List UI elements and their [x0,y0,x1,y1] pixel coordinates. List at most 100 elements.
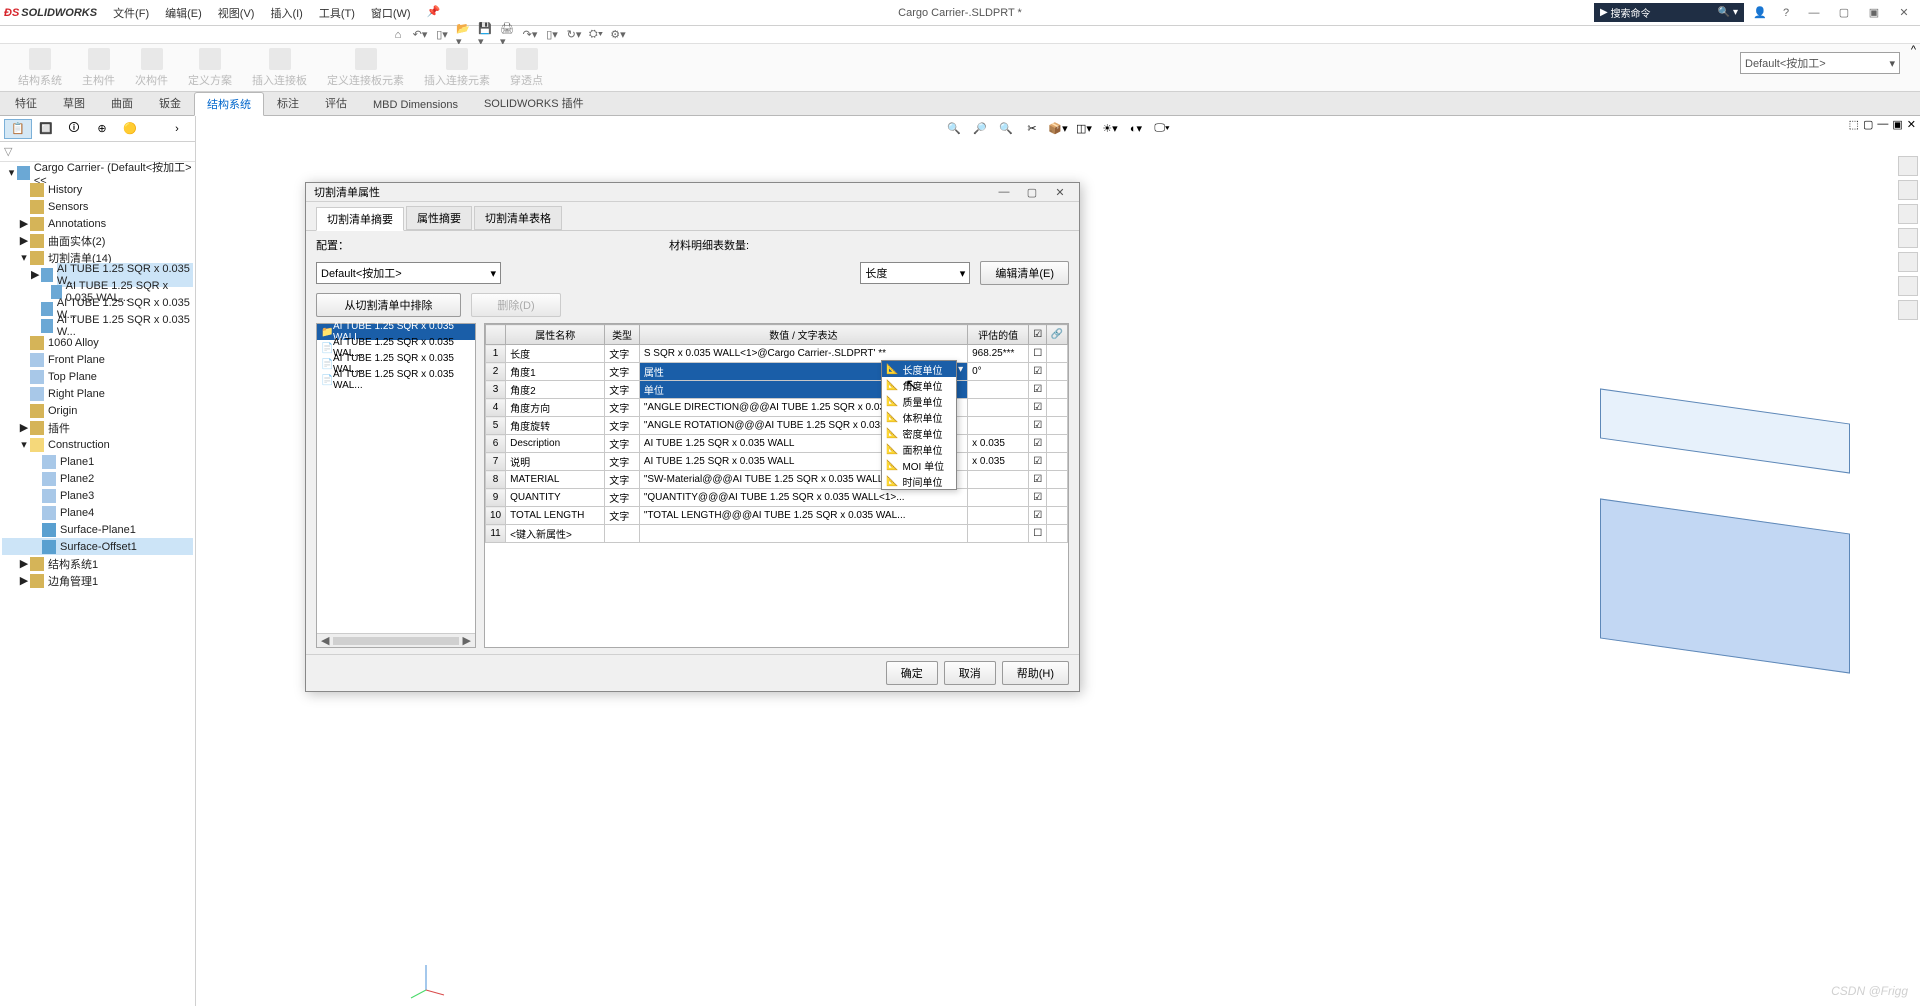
open-icon[interactable]: 📂▾ [456,27,472,43]
tree-item[interactable]: ▶边角管理1 [2,572,193,589]
unit-option[interactable]: 📐面积单位 [882,441,956,457]
vp-icon1[interactable]: ⬚ [1849,118,1859,131]
tree-item[interactable]: Surface-Offset1 [2,538,193,555]
tree-item[interactable]: ▶插件 [2,419,193,436]
table-row[interactable]: 4角度方向文字"ANGLE DIRECTION@@@AI TUBE 1.25 S… [486,399,1068,417]
back-icon[interactable]: ↶▾ [412,27,428,43]
tab-标注[interactable]: 标注 [264,91,312,115]
tree-item[interactable]: Plane1 [2,453,193,470]
col-name[interactable]: 属性名称 [506,325,605,345]
vp-close-icon[interactable]: ✕ [1907,118,1916,131]
table-row[interactable]: 11<键入新属性>☐ [486,525,1068,543]
appearance-icon[interactable]: ◐▾ [1126,118,1146,138]
dialog-close[interactable]: ✕ [1049,183,1071,201]
cancel-button[interactable]: 取消 [944,661,996,685]
fm-tree-tab-icon[interactable]: 📋 [4,119,32,139]
table-row[interactable]: 7说明文字AI TUBE 1.25 SQR x 0.035 WALLx 0.03… [486,453,1068,471]
zoom-fit-icon[interactable]: 🔍 [944,118,964,138]
tree-item[interactable]: Sensors [2,198,193,215]
col-link[interactable]: 🔗 [1047,325,1068,345]
edit-list-button[interactable]: 编辑清单(E) [980,261,1069,285]
tree-item[interactable]: ▾Construction [2,436,193,453]
dialog-tab-0[interactable]: 切割清单摘要 [316,207,404,231]
home-icon[interactable]: ⌂ [390,27,406,43]
print-icon[interactable]: 🖨▾ [500,27,516,43]
tab-特征[interactable]: 特征 [2,91,50,115]
task-resources-icon[interactable] [1898,156,1918,176]
unit-option[interactable]: 📐密度单位 [882,425,956,441]
tree-item[interactable]: ▶Annotations [2,215,193,232]
dialog-tab-2[interactable]: 切割清单表格 [474,206,562,230]
tree-item[interactable]: Plane2 [2,470,193,487]
tab-MBD Dimensions[interactable]: MBD Dimensions [360,95,471,115]
menu-view[interactable]: 视图(V) [210,5,263,21]
fm-appearance-tab-icon[interactable]: 🟡 [116,119,144,139]
bom-qty-select[interactable]: 长度▾ [860,262,970,284]
task-props-icon[interactable] [1898,276,1918,296]
tab-结构系统[interactable]: 结构系统 [194,92,264,116]
undo-icon[interactable]: ↷▾ [522,27,538,43]
col-eval[interactable]: 评估的值 [968,325,1029,345]
menu-window[interactable]: 窗口(W) [363,5,419,21]
window-restore[interactable]: ▢ [1832,4,1856,22]
tab-SOLIDWORKS 插件[interactable]: SOLIDWORKS 插件 [471,91,597,115]
table-row[interactable]: 5角度旋转文字"ANGLE ROTATION@@@AI TUBE 1.25 SQ… [486,417,1068,435]
rebuild-icon[interactable]: ↻▾ [566,27,582,43]
task-design-lib-icon[interactable] [1898,180,1918,200]
fm-dim-tab-icon[interactable]: ⊕ [88,119,116,139]
task-appearance-icon[interactable] [1898,252,1918,272]
view-orient-icon[interactable]: 📦▾ [1048,118,1068,138]
tab-钣金[interactable]: 钣金 [146,91,194,115]
prev-view-icon[interactable]: 🔍 [996,118,1016,138]
display-style-icon[interactable]: ◫▾ [1074,118,1094,138]
unit-option[interactable]: 📐长度单位 [882,361,956,377]
dialog-tab-1[interactable]: 属性摘要 [406,206,472,230]
fm-expand-icon[interactable]: › [163,119,191,139]
unit-option[interactable]: 📐MOI 单位 [882,457,956,473]
vp-min-icon[interactable]: — [1877,118,1888,131]
unit-option[interactable]: 📐角度单位 [882,377,956,393]
scrollbar[interactable]: ◀▶ [317,633,475,647]
tree-item[interactable]: Front Plane [2,351,193,368]
zoom-area-icon[interactable]: 🔎 [970,118,990,138]
tree-item[interactable]: Origin [2,402,193,419]
col-check[interactable]: ☑ [1029,325,1047,345]
dialog-minimize[interactable]: — [993,183,1015,201]
table-row[interactable]: 9QUANTITY文字"QUANTITY@@@AI TUBE 1.25 SQR … [486,489,1068,507]
new-icon[interactable]: ▯▾ [434,27,450,43]
tree-item[interactable]: Plane4 [2,504,193,521]
col-type[interactable]: 类型 [605,325,640,345]
task-explorer-icon[interactable] [1898,204,1918,224]
table-row[interactable]: 2角度1文字属性 ▾0°☑ [486,363,1068,381]
save-icon[interactable]: 💾▾ [478,27,494,43]
ok-button[interactable]: 确定 [886,661,938,685]
tab-草图[interactable]: 草图 [50,91,98,115]
tree-item[interactable]: ▶结构系统1 [2,555,193,572]
tree-root[interactable]: ▾Cargo Carrier- (Default<按加工> << [2,164,193,181]
user-icon[interactable]: 👤 [1750,4,1770,22]
dialog-maximize[interactable]: ▢ [1021,183,1043,201]
tree-item[interactable]: ▶曲面实体(2) [2,232,193,249]
tree-item[interactable]: Plane3 [2,487,193,504]
section-icon[interactable]: ✂ [1022,118,1042,138]
help-button[interactable]: 帮助(H) [1002,661,1069,685]
fm-filter-icon[interactable]: ▽ [0,142,195,162]
settings-icon[interactable]: ⚙▾ [610,27,626,43]
help-icon[interactable]: ? [1776,4,1796,22]
ribbon-collapse-icon[interactable]: ^ [1911,44,1916,56]
table-row[interactable]: 10TOTAL LENGTH文字"TOTAL LENGTH@@@AI TUBE … [486,507,1068,525]
tree-item[interactable]: Top Plane [2,368,193,385]
configuration-select[interactable]: Default<按加工>▾ [1740,52,1900,74]
search-commands[interactable]: ▶ 搜索命令🔍 ▾ [1594,3,1744,22]
cutlist-item[interactable]: 📄AI TUBE 1.25 SQR x 0.035 WAL... [317,372,475,388]
window-minimize[interactable]: — [1802,4,1826,22]
window-close[interactable]: ✕ [1892,4,1916,22]
exclude-button[interactable]: 从切割清单中排除 [316,293,461,317]
unit-option[interactable]: 📐体积单位 [882,409,956,425]
menu-file[interactable]: 文件(F) [105,5,157,21]
table-row[interactable]: 6Description文字AI TUBE 1.25 SQR x 0.035 W… [486,435,1068,453]
config-select[interactable]: Default<按加工>▾ [316,262,501,284]
table-row[interactable]: 3角度2文字单位☑ [486,381,1068,399]
menu-edit[interactable]: 编辑(E) [157,5,210,21]
unit-option[interactable]: 📐质量单位 [882,393,956,409]
